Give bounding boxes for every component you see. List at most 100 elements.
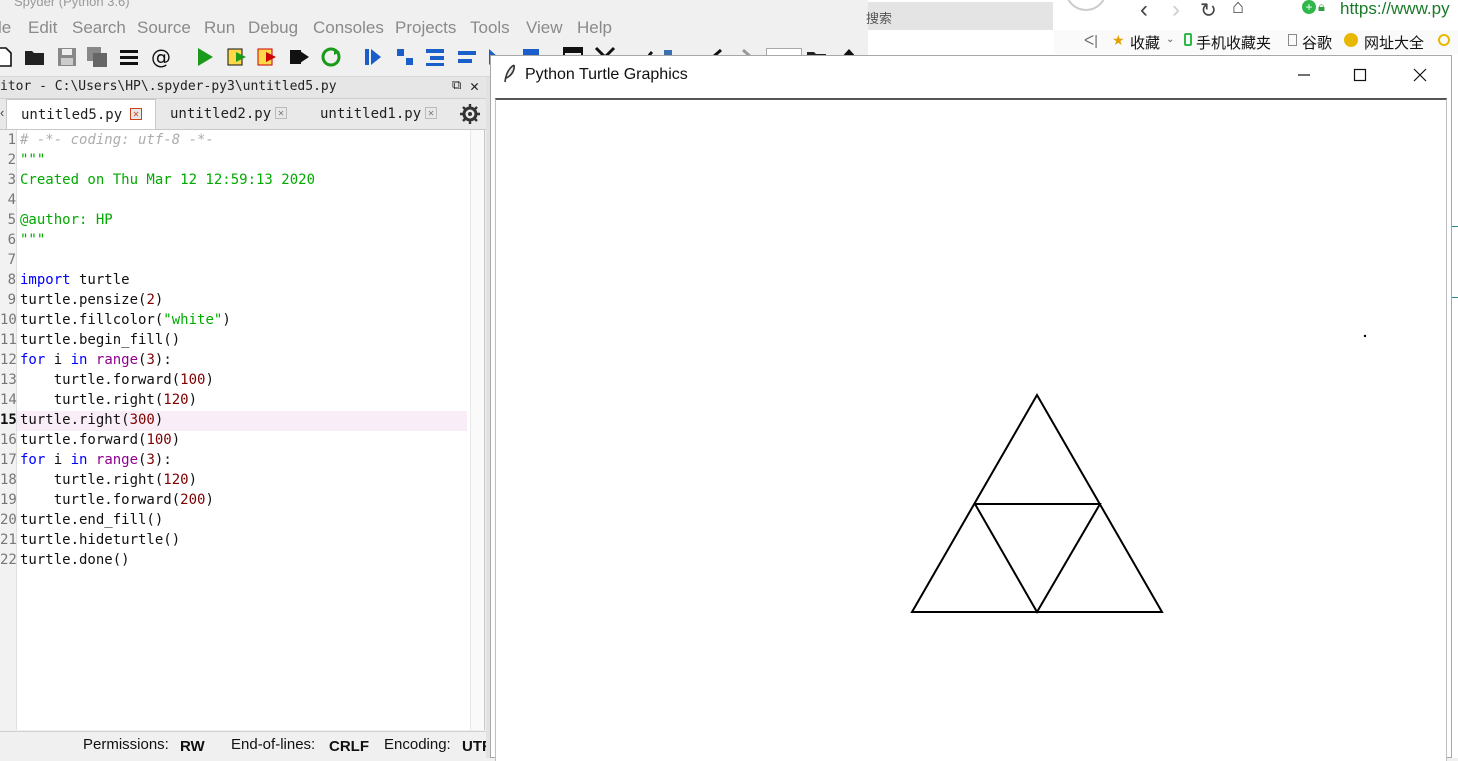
site-icon <box>1438 34 1450 46</box>
browser-forward-icon[interactable]: › <box>1172 0 1180 24</box>
code-editor[interactable]: 1 2 3 4 5 6 7 8 9 10 11 12 13 14 15 16 17 18 19 20 21 22 # -*… <box>0 130 485 730</box>
bookmark-sites[interactable]: 网址大全 <box>1364 32 1424 53</box>
line-number: 9 <box>7 292 16 308</box>
line-number: 20 <box>0 512 17 528</box>
code-line[interactable]: turtle.right(120) <box>20 392 197 408</box>
menu-debug[interactable]: Debug <box>248 18 298 38</box>
code-line[interactable]: turtle.begin_fill() <box>20 332 180 348</box>
save-icon[interactable] <box>56 46 78 68</box>
open-folder-icon[interactable] <box>24 46 46 68</box>
code-line[interactable]: turtle.fillcolor("white") <box>20 312 231 328</box>
line-number: 3 <box>7 172 16 188</box>
rerun-icon[interactable] <box>320 46 342 68</box>
code-line[interactable]: Created on Thu Mar 12 12:59:13 2020 <box>20 172 315 188</box>
menu-file[interactable]: le <box>0 18 11 38</box>
new-file-icon[interactable] <box>0 46 14 68</box>
code-line[interactable]: # -*- coding: utf-8 -*- <box>20 132 214 148</box>
code-line[interactable]: turtle.right(300) <box>20 412 163 428</box>
menu-edit[interactable]: Edit <box>28 18 57 38</box>
line-number: 13 <box>0 372 17 388</box>
turtle-canvas[interactable] <box>495 98 1447 761</box>
menu-search[interactable]: Search <box>72 18 126 38</box>
close-tab-icon[interactable]: ✕ <box>425 107 437 119</box>
close-tab-icon[interactable]: ✕ <box>275 107 287 119</box>
turtle-title-bar[interactable]: Python Turtle Graphics <box>491 56 1451 94</box>
code-line[interactable]: turtle.right(120) <box>20 472 197 488</box>
gear-icon[interactable] <box>460 104 480 124</box>
browser-search-box[interactable]: 搜索 <box>866 2 1053 30</box>
code-line[interactable]: """ <box>20 152 45 168</box>
menu-bar: le Edit Search Source Run Debug Consoles… <box>0 14 868 40</box>
run-icon[interactable] <box>194 46 216 68</box>
run-cell-advance-icon[interactable] <box>256 46 278 68</box>
code-line[interactable]: turtle.forward(100) <box>20 432 180 448</box>
home-icon[interactable]: ⌂ <box>1232 0 1244 19</box>
code-line[interactable]: turtle.hideturtle() <box>20 532 180 548</box>
line-number: 21 <box>0 532 17 548</box>
line-number: 6 <box>7 232 16 248</box>
sidebar-toggle-icon[interactable]: ᐸ| <box>1084 32 1098 49</box>
line-number: 17 <box>0 452 17 468</box>
code-line[interactable]: import turtle <box>20 272 130 288</box>
maximize-icon[interactable] <box>1335 62 1385 88</box>
minimize-icon[interactable] <box>1279 62 1329 88</box>
line-number: 8 <box>7 272 16 288</box>
window-title: Spyder (Python 3.6) <box>14 0 130 9</box>
step-icon[interactable] <box>394 46 416 68</box>
list-icon[interactable] <box>118 46 140 68</box>
editor-scrollbar[interactable] <box>470 130 484 730</box>
line-number: 18 <box>0 472 17 488</box>
at-icon[interactable]: @ <box>150 46 172 68</box>
menu-consoles[interactable]: Consoles <box>313 18 384 38</box>
tab-untitled5[interactable]: untitled5.py ✕ <box>6 99 156 129</box>
line-number: 19 <box>0 492 17 508</box>
run-selection-icon[interactable] <box>288 46 310 68</box>
code-line[interactable]: for i in range(3): <box>20 352 172 368</box>
eol-label: End-of-lines: <box>231 736 316 753</box>
menu-source[interactable]: Source <box>137 18 191 38</box>
step-into-icon[interactable] <box>424 46 446 68</box>
code-line[interactable]: turtle.end_fill() <box>20 512 163 528</box>
menu-run[interactable]: Run <box>204 18 235 38</box>
menu-projects[interactable]: Projects <box>395 18 456 38</box>
line-number: 16 <box>0 432 17 448</box>
eol-value: CRLF <box>329 738 369 755</box>
menu-help[interactable]: Help <box>577 18 612 38</box>
code-line[interactable]: turtle.forward(100) <box>20 372 214 388</box>
save-all-icon[interactable] <box>86 46 108 68</box>
code-line[interactable]: turtle.done() <box>20 552 130 568</box>
menu-view[interactable]: View <box>526 18 563 38</box>
tab-untitled1[interactable]: untitled1.py ✕ <box>306 99 454 128</box>
code-line[interactable]: for i in range(3): <box>20 452 172 468</box>
code-line[interactable]: turtle.forward(200) <box>20 492 214 508</box>
bookmark-mobile[interactable]: 手机收藏夹 <box>1196 32 1271 53</box>
browser-back-icon[interactable]: ‹ <box>1140 0 1148 24</box>
code-line[interactable]: """ <box>20 232 45 248</box>
site-icon <box>1344 33 1358 47</box>
refresh-icon[interactable]: ↻ <box>1200 0 1217 23</box>
line-number: 15 <box>0 412 17 428</box>
turtle-drawing <box>910 334 1367 614</box>
chevron-down-icon[interactable]: ⌄ <box>1166 34 1174 45</box>
undock-icon[interactable]: ⧉ <box>452 78 461 93</box>
stray-dot <box>1363 334 1367 338</box>
close-pane-icon[interactable]: ✕ <box>470 77 479 95</box>
close-tab-icon[interactable]: ✕ <box>130 108 142 120</box>
line-number: 5 <box>7 212 16 228</box>
code-line[interactable]: turtle.pensize(2) <box>20 292 163 308</box>
step-return-icon[interactable] <box>456 46 478 68</box>
run-cell-icon[interactable] <box>226 46 248 68</box>
code-line[interactable]: @author: HP <box>20 212 113 228</box>
tab-untitled2[interactable]: untitled2.py ✕ <box>156 99 304 128</box>
line-number: 22 <box>0 552 17 568</box>
debug-icon[interactable] <box>362 46 384 68</box>
menu-tools[interactable]: Tools <box>470 18 510 38</box>
line-number: 14 <box>0 392 17 408</box>
bookmark-google[interactable]: 谷歌 <box>1302 32 1332 53</box>
lock-icon: 🔒︎ <box>1318 0 1325 14</box>
bookmark-favorites[interactable]: 收藏 <box>1130 32 1160 53</box>
close-icon[interactable] <box>1395 62 1445 88</box>
mobile-icon <box>1184 33 1192 46</box>
url-text[interactable]: https://www.py <box>1340 0 1450 19</box>
tab-scroll-left-icon[interactable]: ‹ <box>0 105 4 120</box>
